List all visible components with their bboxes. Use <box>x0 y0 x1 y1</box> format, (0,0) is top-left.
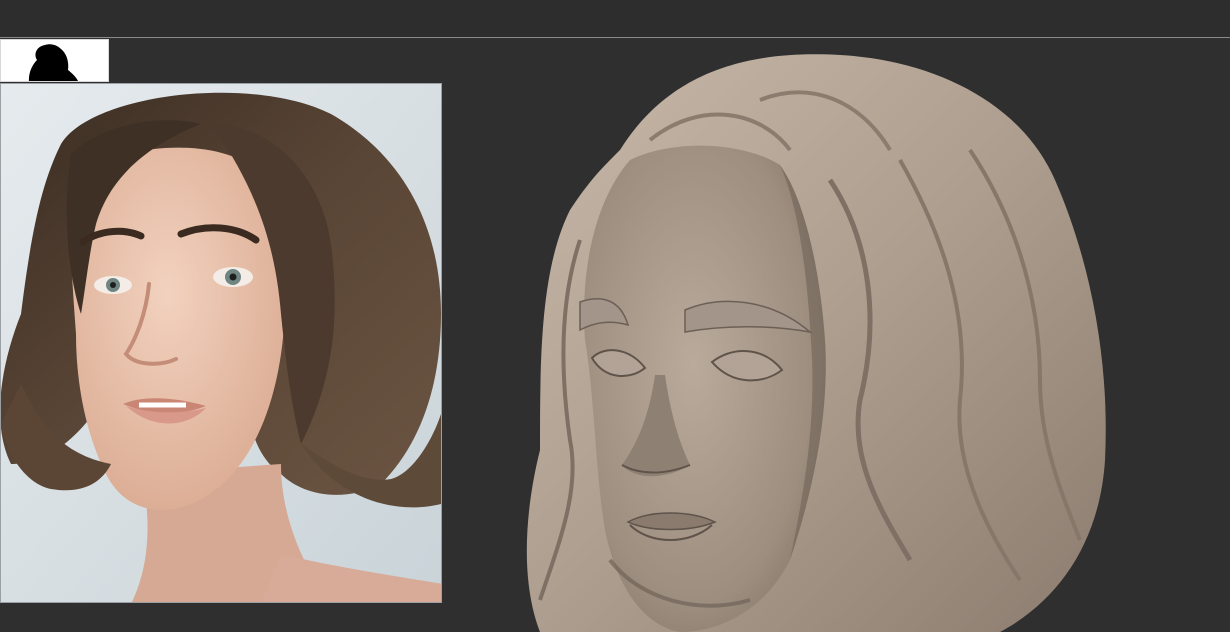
reference-portrait-image <box>1 84 441 602</box>
reference-photo-panel <box>0 83 442 603</box>
top-toolbar <box>0 0 1230 38</box>
sculpted-head-model[interactable] <box>500 40 1200 632</box>
head-silhouette-icon <box>28 44 79 81</box>
app-window <box>0 0 1230 632</box>
reference-thumbnail-tab[interactable] <box>0 39 109 82</box>
sculpt-viewport[interactable] <box>500 40 1200 632</box>
